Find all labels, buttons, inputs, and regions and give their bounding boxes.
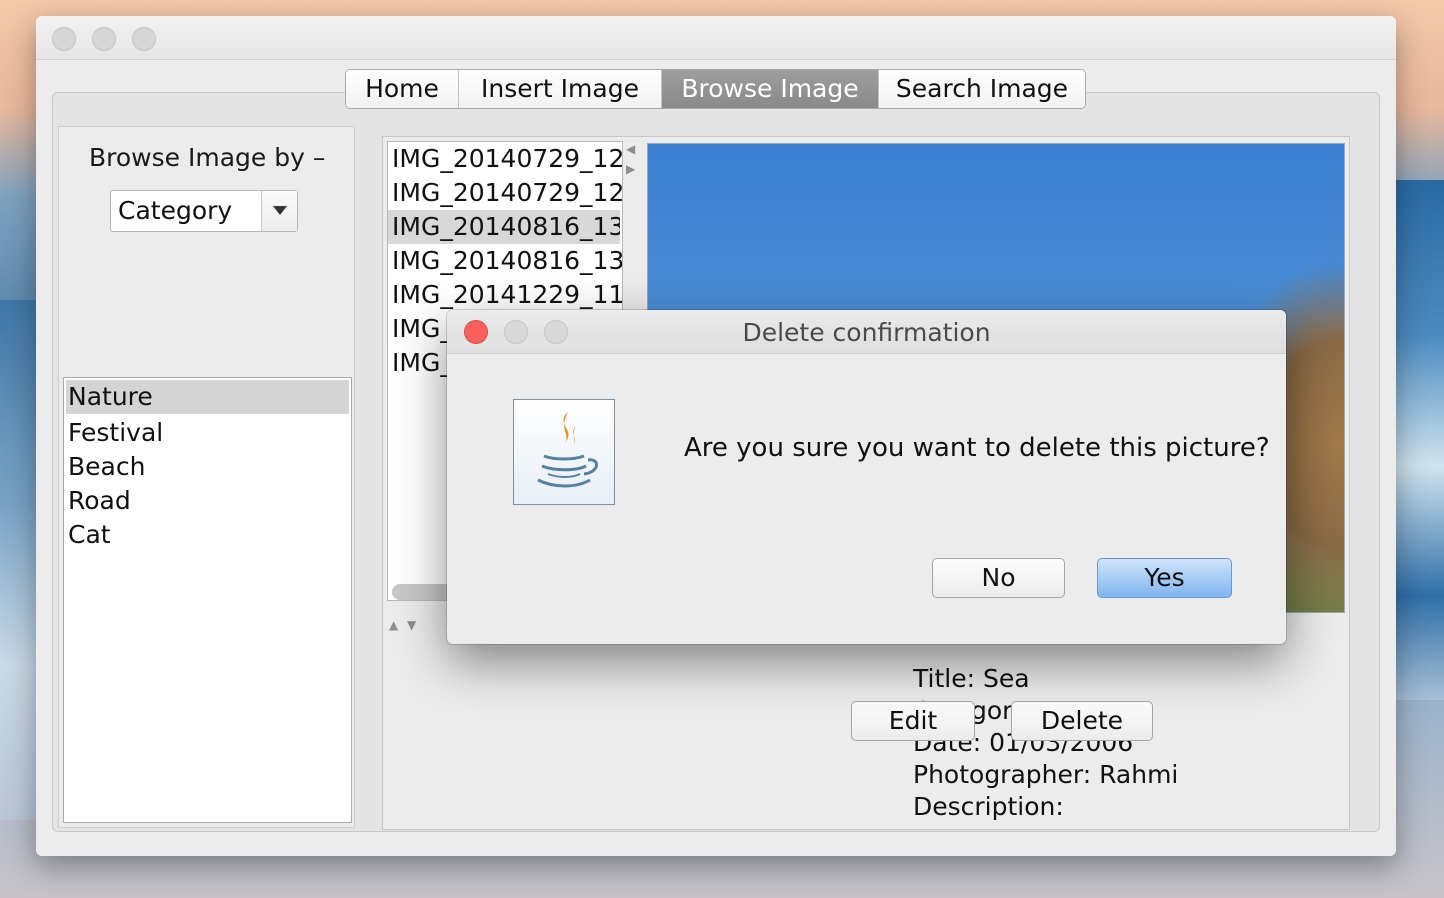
no-button[interactable]: No: [932, 558, 1065, 598]
list-item[interactable]: IMG_20141229_115: [388, 278, 622, 312]
main-titlebar[interactable]: [36, 16, 1396, 60]
desktop-wallpaper-right: [1390, 180, 1444, 700]
list-item-road[interactable]: Road: [64, 484, 351, 518]
list-item-festival[interactable]: Festival: [64, 416, 351, 450]
zoom-button[interactable]: [132, 27, 156, 51]
java-coffee-cup-icon: [513, 399, 615, 505]
dialog-title: Delete confirmation: [742, 318, 991, 347]
delete-confirmation-dialog: Delete confirmation Are you sure you wan…: [447, 310, 1286, 644]
desktop-wallpaper-left: [0, 300, 40, 820]
list-item[interactable]: IMG_20140816_130: [388, 244, 622, 278]
list-item-cat[interactable]: Cat: [64, 518, 351, 552]
scroll-right-arrow-icon[interactable]: ▶: [626, 163, 635, 175]
tab-search-image[interactable]: Search Image: [879, 70, 1085, 108]
tab-home[interactable]: Home: [346, 70, 459, 108]
scroll-down-arrow-icon[interactable]: ▼: [407, 619, 416, 631]
category-list[interactable]: Nature Festival Beach Road Cat: [63, 377, 352, 823]
list-item[interactable]: IMG_20140729_124: [388, 176, 622, 210]
tab-insert-image[interactable]: Insert Image: [459, 70, 662, 108]
scroll-up-arrow-icon[interactable]: ▲: [389, 619, 398, 631]
list-item[interactable]: IMG_20140729_124: [388, 142, 622, 176]
detail-title: Title: Sea: [913, 664, 1030, 693]
edit-button[interactable]: Edit: [851, 701, 975, 741]
browse-by-combobox[interactable]: Category: [110, 190, 298, 232]
list-item-selected[interactable]: IMG_20140816_130: [388, 210, 620, 244]
delete-button[interactable]: Delete: [1011, 701, 1153, 741]
minimize-button[interactable]: [92, 27, 116, 51]
tab-browse-image[interactable]: Browse Image: [662, 70, 879, 108]
list-item-nature[interactable]: Nature: [66, 380, 349, 414]
detail-photographer: Photographer: Rahmi: [913, 760, 1179, 789]
yes-button[interactable]: Yes: [1097, 558, 1232, 598]
list-item-beach[interactable]: Beach: [64, 450, 351, 484]
browse-panel: Browse Image by – Category Nature Festiv…: [58, 126, 355, 828]
close-button[interactable]: [52, 27, 76, 51]
browse-by-label: Browse Image by –: [89, 143, 326, 172]
combobox-value: Category: [118, 196, 233, 225]
image-details: Title: Sea Category: Nature Date: 01/03/…: [913, 663, 1178, 823]
scroll-left-arrow-icon[interactable]: ◀: [626, 143, 635, 155]
chevron-down-icon[interactable]: [261, 191, 297, 231]
dialog-titlebar[interactable]: Delete confirmation: [447, 310, 1286, 354]
detail-description: Description:: [913, 792, 1064, 821]
dialog-message: Are you sure you want to delete this pic…: [684, 433, 1270, 463]
tab-bar: Home Insert Image Browse Image Search Im…: [345, 69, 1086, 109]
